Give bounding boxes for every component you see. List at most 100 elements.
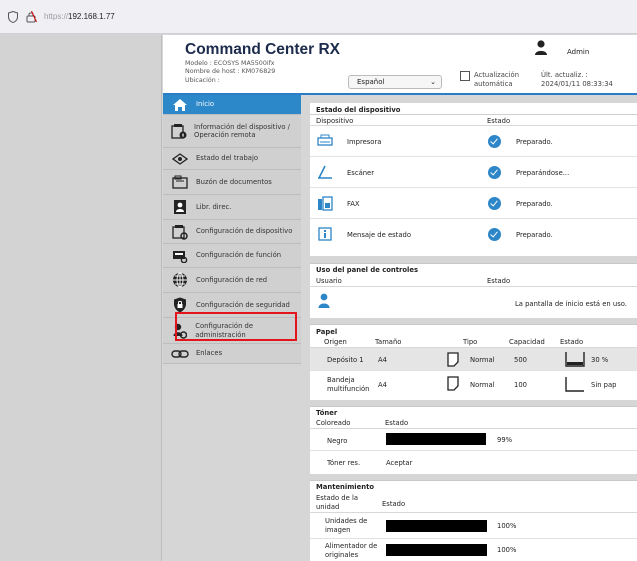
device-status-panel: Estado del dispositivo Dispositivo Estad… (310, 103, 637, 256)
sidebar-item-home[interactable]: Inicio (163, 95, 301, 115)
column-header: Tamaño (375, 338, 402, 346)
column-header: Tipo (463, 338, 478, 346)
column-header: Estado (382, 500, 406, 508)
paper-status: Sin pap (591, 381, 617, 389)
panel-usage-header: Usuario Estado (310, 276, 637, 287)
user-name[interactable]: Admin (567, 48, 589, 56)
paper-capacity: 100 (514, 381, 527, 389)
sidebar-item-label: Enlaces (196, 349, 223, 358)
paper-header: Origen Tamaño Tipo Capacidad Estado (310, 337, 637, 348)
tray-empty-icon (565, 377, 584, 392)
device-name: Mensaje de estado (347, 231, 411, 239)
page-left-margin (0, 35, 162, 561)
column-header: Dispositivo (316, 117, 354, 125)
toner-section: Tóner Coloreado Estado Negro 99% Tóner r… (310, 406, 637, 474)
language-select[interactable]: Español ⌄ (348, 75, 442, 89)
host-text: Nombre de host : KM076829 (185, 68, 276, 75)
column-header: Estado (487, 277, 511, 285)
eye-icon (171, 151, 189, 167)
sidebar-item-label: Libr. direc. (196, 202, 232, 211)
device-info-icon (171, 123, 187, 139)
column-header: Usuario (316, 277, 342, 285)
browser-url-bar[interactable]: https://192.168.1.77 (0, 0, 637, 34)
device-status: Preparado. (516, 138, 553, 146)
link-icon (171, 346, 189, 362)
shield-icon[interactable] (8, 11, 18, 23)
section-title: Uso del panel de controles (316, 266, 419, 274)
sidebar-item-device-info[interactable]: Información del dispositivo / Operación … (163, 115, 301, 148)
maintenance-header: Estado de la unidad Estado (310, 492, 637, 513)
paper-type: Normal (470, 356, 495, 364)
paper-row-tray1: Depósito 1 A4 Normal 500 30 % (310, 348, 637, 371)
check-icon (488, 135, 501, 148)
toner-row-waste: Tóner res. Aceptar (310, 451, 637, 473)
toner-color: Negro (327, 437, 348, 445)
auto-update-checkbox[interactable] (460, 71, 470, 81)
paper-section: Papel Origen Tamaño Tipo Capacidad Estad… (310, 324, 637, 400)
maintenance-row-drum: Unidades de imagen 100% (310, 513, 637, 539)
sidebar-item-device-settings[interactable]: Configuración de dispositivo (163, 220, 301, 244)
globe-icon (171, 272, 189, 288)
device-name: FAX (347, 200, 360, 208)
device-status-header: Dispositivo Estado (310, 115, 637, 126)
section-title: Estado del dispositivo (316, 106, 401, 114)
column-header: Coloreado (316, 419, 351, 427)
unit-level-text: 100% (497, 546, 517, 554)
unit-name: Alimentador de originales (325, 542, 378, 559)
paper-row-mp-tray: Bandeja multifunción A4 Normal 100 Sin p… (310, 371, 637, 401)
paper-icon (447, 352, 459, 367)
section-title: Tóner (316, 409, 338, 417)
scanner-icon (318, 165, 332, 179)
panel-usage-status: La pantalla de inicio está en uso. (515, 300, 627, 308)
tray-level-icon (565, 352, 585, 367)
fax-icon (318, 196, 333, 211)
device-row-message: Mensaje de estado Preparado. (310, 219, 637, 250)
auto-update-label: Actualización automática (474, 71, 520, 88)
language-value: Español (357, 78, 385, 86)
device-name: Escáner (347, 169, 375, 177)
url-host: 192.168.1.77 (68, 12, 115, 21)
section-title: Mantenimiento (316, 483, 374, 491)
maintenance-section: Mantenimiento Estado de la unidad Estado … (310, 480, 637, 561)
unit-name: Unidades de imagen (325, 517, 368, 534)
sidebar-item-address-book[interactable]: Libr. direc. (163, 195, 301, 220)
column-header: Estado (385, 419, 409, 427)
toner-level-text: 99% (497, 436, 513, 444)
waste-toner-status: Aceptar (386, 459, 413, 467)
device-status: Preparándose... (516, 169, 570, 177)
unit-level-bar (386, 520, 487, 532)
home-icon (171, 97, 189, 113)
paper-type: Normal (470, 381, 495, 389)
sidebar-item-function-settings[interactable]: Configuración de función (163, 244, 301, 268)
device-status: Preparado. (516, 200, 553, 208)
lock-icon[interactable] (26, 11, 37, 23)
sidebar-item-label: Inicio (196, 100, 214, 109)
toner-header: Coloreado Estado (310, 418, 637, 429)
column-header: Estado de la unidad (316, 494, 359, 511)
sidebar-item-document-box[interactable]: Buzón de documentos (163, 170, 301, 195)
sidebar-item-links[interactable]: Enlaces (163, 344, 301, 364)
device-status: Preparado. (516, 231, 553, 239)
user-icon (535, 40, 547, 55)
shield-icon (171, 297, 189, 313)
sidebar-item-network-settings[interactable]: Configuración de red (163, 268, 301, 293)
sidebar-item-label: Configuración de dispositivo (196, 227, 293, 236)
url-text[interactable]: https://192.168.1.77 (44, 12, 115, 21)
paper-source: Bandeja multifunción (327, 376, 370, 393)
chevron-down-icon: ⌄ (430, 78, 436, 86)
header: Command Center RX Modelo : ECOSYS MA5500… (163, 35, 637, 93)
paper-capacity: 500 (514, 356, 527, 364)
check-icon (488, 228, 501, 241)
sidebar-item-job-status[interactable]: Estado del trabajo (163, 148, 301, 170)
paper-size: A4 (378, 381, 387, 389)
check-icon (488, 166, 501, 179)
url-scheme: https:// (44, 12, 69, 21)
panel-usage-section: Uso del panel de controles Usuario Estad… (310, 263, 637, 318)
unit-level-text: 100% (497, 522, 517, 530)
sidebar-item-label: Información del dispositivo / Operación … (194, 122, 290, 140)
device-name: Impresora (347, 138, 382, 146)
model-text: Modelo : ECOSYS MA5500ifx (185, 60, 275, 67)
folder-icon (171, 174, 189, 190)
address-book-icon (171, 199, 189, 215)
paper-status: 30 % (591, 356, 609, 364)
